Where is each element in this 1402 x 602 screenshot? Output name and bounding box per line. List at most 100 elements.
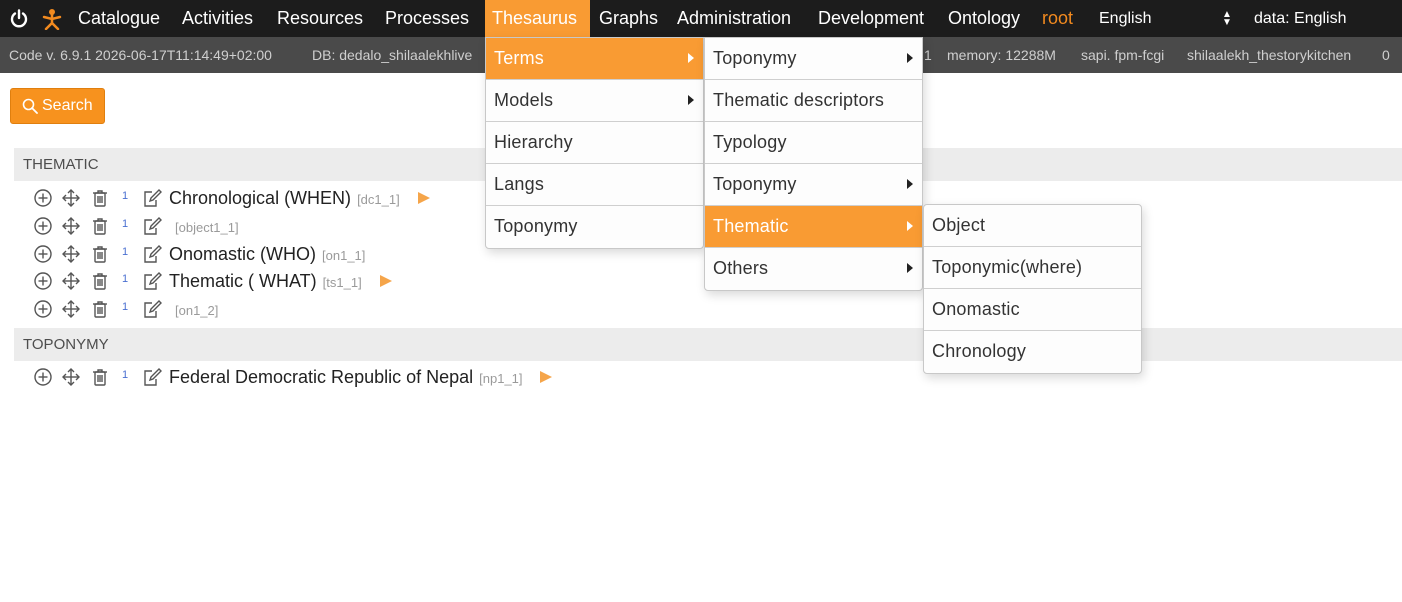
submenu-item-toponymy-2[interactable]: Toponymy <box>705 164 922 206</box>
thesaurus-dropdown: Terms Models Hierarchy Langs Toponymy <box>485 37 704 249</box>
menu-thesaurus[interactable]: Thesaurus <box>485 0 590 37</box>
database-name: DB: dedalo_shilaalekhlive <box>312 47 473 63</box>
submenu-item-thematic-descriptors[interactable]: Thematic descriptors <box>705 80 922 122</box>
edit-icon[interactable] <box>142 299 162 319</box>
dropdown-item-toponymy[interactable]: Toponymy <box>486 206 703 248</box>
add-icon[interactable] <box>33 299 53 319</box>
children-count[interactable]: 1 <box>122 218 128 230</box>
caret-right-icon <box>688 95 694 105</box>
dropdown-item-models[interactable]: Models <box>486 80 703 122</box>
app-language-select[interactable]: English <box>1099 0 1151 37</box>
edit-icon[interactable] <box>142 188 162 208</box>
submenu-item-toponymy[interactable]: Toponymy <box>705 38 922 80</box>
counter-value: 0 <box>1382 47 1390 63</box>
term-id: [dc1_1] <box>357 192 400 207</box>
menu-ontology[interactable]: Ontology <box>941 0 1027 37</box>
edit-icon[interactable] <box>142 367 162 387</box>
play-icon[interactable] <box>417 191 431 205</box>
menu-catalogue[interactable]: Catalogue <box>71 0 167 37</box>
menu-development[interactable]: Development <box>811 0 931 37</box>
add-icon[interactable] <box>33 367 53 387</box>
trash-icon[interactable] <box>90 244 110 264</box>
search-label: Search <box>42 97 93 114</box>
move-icon[interactable] <box>61 271 81 291</box>
add-icon[interactable] <box>33 244 53 264</box>
dedalo-logo-icon[interactable] <box>40 8 64 30</box>
dropdown-item-langs[interactable]: Langs <box>486 164 703 206</box>
caret-right-icon <box>907 179 913 189</box>
move-icon[interactable] <box>61 299 81 319</box>
trash-icon[interactable] <box>90 367 110 387</box>
term-item[interactable]: [on1_2] <box>175 295 218 325</box>
menu-activities[interactable]: Activities <box>175 0 260 37</box>
caret-right-icon <box>907 263 913 273</box>
edit-icon[interactable] <box>142 244 162 264</box>
trash-icon[interactable] <box>90 188 110 208</box>
term-item[interactable]: Federal Democratic Republic of Nepal [np1… <box>169 363 523 393</box>
submenu-item-thematic[interactable]: Thematic <box>705 206 922 248</box>
dropdown-item-label: Langs <box>494 174 545 194</box>
submenu-item-others[interactable]: Others <box>705 248 922 290</box>
submenu-item-label: Toponymy <box>713 174 797 194</box>
term-id: [on1_1] <box>322 247 366 263</box>
add-icon[interactable] <box>33 188 53 208</box>
menu-resources[interactable]: Resources <box>270 0 370 37</box>
move-icon[interactable] <box>61 244 81 264</box>
term-id: [on1_2] <box>175 303 219 319</box>
submenu-item-label: Onomastic <box>932 299 1020 319</box>
data-language-select[interactable]: data: English <box>1254 0 1347 37</box>
database-suffix: 1 <box>924 47 932 63</box>
children-count[interactable]: 1 <box>122 273 128 285</box>
user-name[interactable]: root <box>1035 0 1080 37</box>
dropdown-item-hierarchy[interactable]: Hierarchy <box>486 122 703 164</box>
term-item[interactable]: Chronological (WHEN) [dc1_1] <box>169 184 400 214</box>
edit-icon[interactable] <box>142 271 162 291</box>
children-count[interactable]: 1 <box>122 246 128 258</box>
menu-administration[interactable]: Administration <box>670 0 798 37</box>
submenu-item-onomastic[interactable]: Onomastic <box>924 289 1141 331</box>
children-count[interactable]: 1 <box>122 369 128 381</box>
trash-icon[interactable] <box>90 216 110 236</box>
submenu-item-label: Toponymic(where) <box>932 257 1083 277</box>
entity-name: shilaalekh_thestorykitchen <box>1187 47 1352 63</box>
term-label: Chronological (WHEN) <box>169 188 352 208</box>
edit-icon[interactable] <box>142 216 162 236</box>
submenu-item-label: Typology <box>713 132 787 152</box>
children-count[interactable]: 1 <box>122 190 128 202</box>
term-id: [np1_1] <box>479 371 523 386</box>
move-icon[interactable] <box>61 216 81 236</box>
sapi-info: sapi. fpm-fcgi <box>1081 47 1165 63</box>
dropdown-item-label: Models <box>494 90 554 110</box>
table-row: 1 Federal Democratic Republic of Nepal [np… <box>0 363 800 391</box>
term-item[interactable]: [object1_1] <box>175 212 239 242</box>
submenu-item-label: Thematic <box>713 216 789 236</box>
select-arrows-icon: ▲ ▼ <box>1222 9 1232 28</box>
term-item[interactable]: Onomastic (WHO) [on1_1] <box>169 240 365 270</box>
term-label: Thematic ( WHAT) <box>169 271 317 292</box>
dropdown-item-label: Terms <box>494 48 544 68</box>
submenu-item-chronology[interactable]: Chronology <box>924 331 1141 373</box>
memory-info: memory: 12288M <box>947 47 1056 63</box>
submenu-item-typology[interactable]: Typology <box>705 122 922 164</box>
submenu-item-toponymic-where[interactable]: Toponymic(where) <box>924 247 1141 289</box>
caret-right-icon <box>907 221 913 231</box>
play-icon[interactable] <box>379 274 393 288</box>
section-header-toponymy: TOPONYMY <box>14 328 1402 361</box>
move-icon[interactable] <box>61 188 81 208</box>
children-count[interactable]: 1 <box>122 301 128 313</box>
add-icon[interactable] <box>33 271 53 291</box>
dropdown-item-terms[interactable]: Terms <box>486 38 703 80</box>
table-row: 1 [on1_2] <box>0 295 800 323</box>
table-row: 1 Thematic ( WHAT) [ts1_1] <box>0 267 800 295</box>
trash-icon[interactable] <box>90 271 110 291</box>
menu-graphs[interactable]: Graphs <box>592 0 665 37</box>
term-item[interactable]: Thematic ( WHAT) [ts1_1] <box>169 267 362 297</box>
play-icon[interactable] <box>539 370 553 384</box>
trash-icon[interactable] <box>90 299 110 319</box>
add-icon[interactable] <box>33 216 53 236</box>
menu-processes[interactable]: Processes <box>378 0 476 37</box>
move-icon[interactable] <box>61 367 81 387</box>
power-icon[interactable] <box>8 8 30 30</box>
search-button[interactable]: Search <box>10 88 105 124</box>
submenu-item-object[interactable]: Object <box>924 205 1141 247</box>
